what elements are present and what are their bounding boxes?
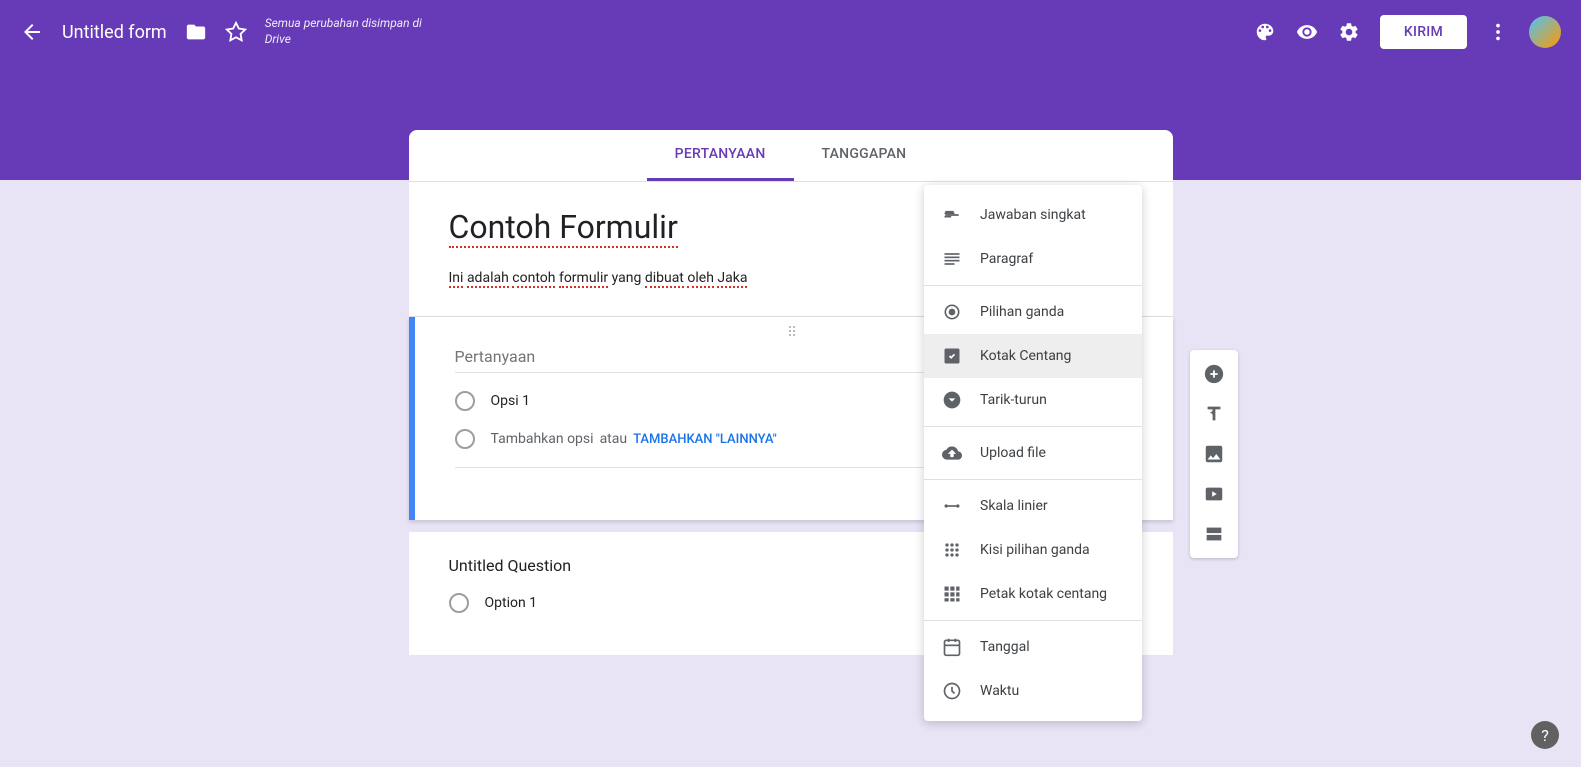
preview-icon[interactable] bbox=[1296, 21, 1318, 43]
add-section-button[interactable] bbox=[1196, 516, 1232, 552]
menu-file-upload[interactable]: Upload file bbox=[924, 431, 1142, 475]
or-text: atau bbox=[600, 431, 628, 447]
menu-linear-scale[interactable]: Skala linier bbox=[924, 484, 1142, 528]
tab-questions[interactable]: PERTANYAAN bbox=[647, 130, 794, 181]
add-image-button[interactable] bbox=[1196, 436, 1232, 472]
menu-short-answer[interactable]: Jawaban singkat bbox=[924, 193, 1142, 237]
radio-button-icon bbox=[942, 302, 962, 322]
radio-icon[interactable] bbox=[449, 593, 469, 613]
short-answer-icon bbox=[942, 205, 962, 225]
option-label[interactable]: Opsi 1 bbox=[491, 393, 530, 409]
add-other-button[interactable]: TAMBAHKAN "LAINNYA" bbox=[633, 432, 777, 447]
grid-squares-icon bbox=[942, 584, 962, 604]
menu-checkbox-grid[interactable]: Petak kotak centang bbox=[924, 572, 1142, 616]
palette-icon[interactable] bbox=[1254, 21, 1276, 43]
menu-time[interactable]: Waktu bbox=[924, 669, 1142, 713]
side-toolbar bbox=[1190, 350, 1238, 558]
menu-date[interactable]: Tanggal bbox=[924, 625, 1142, 669]
radio-icon[interactable] bbox=[455, 391, 475, 411]
tab-responses[interactable]: TANGGAPAN bbox=[794, 130, 935, 181]
paragraph-icon bbox=[942, 249, 962, 269]
form-title[interactable]: Untitled form bbox=[62, 22, 167, 43]
calendar-icon bbox=[942, 637, 962, 657]
settings-icon[interactable] bbox=[1338, 21, 1360, 43]
add-option-text[interactable]: Tambahkan opsi bbox=[491, 431, 594, 447]
menu-paragraph[interactable]: Paragraf bbox=[924, 237, 1142, 281]
checkbox-icon bbox=[942, 346, 962, 366]
clock-icon bbox=[942, 681, 962, 701]
back-arrow-icon[interactable] bbox=[20, 20, 44, 44]
avatar[interactable] bbox=[1529, 16, 1561, 48]
drag-handle-icon[interactable]: ⠿ bbox=[787, 325, 800, 341]
help-button[interactable]: ? bbox=[1531, 721, 1559, 749]
more-icon[interactable] bbox=[1487, 21, 1509, 43]
question-type-dropdown: Jawaban singkat Paragraf Pilihan ganda K… bbox=[924, 185, 1142, 721]
tabs: PERTANYAAN TANGGAPAN bbox=[409, 130, 1173, 182]
add-question-button[interactable] bbox=[1196, 356, 1232, 392]
add-video-button[interactable] bbox=[1196, 476, 1232, 512]
add-title-button[interactable] bbox=[1196, 396, 1232, 432]
grid-dots-icon bbox=[942, 540, 962, 560]
app-header: Untitled form Semua perubahan disimpan d… bbox=[0, 0, 1581, 64]
star-icon[interactable] bbox=[225, 21, 247, 43]
radio-icon bbox=[455, 429, 475, 449]
dropdown-icon bbox=[942, 390, 962, 410]
menu-dropdown[interactable]: Tarik-turun bbox=[924, 378, 1142, 422]
linear-scale-icon bbox=[942, 496, 962, 516]
menu-multiple-choice[interactable]: Pilihan ganda bbox=[924, 290, 1142, 334]
save-status: Semua perubahan disimpan di Drive bbox=[265, 16, 445, 47]
menu-mc-grid[interactable]: Kisi pilihan ganda bbox=[924, 528, 1142, 572]
menu-checkbox[interactable]: Kotak Centang bbox=[924, 334, 1142, 378]
cloud-upload-icon bbox=[942, 443, 962, 463]
folder-icon[interactable] bbox=[185, 21, 207, 43]
send-button[interactable]: KIRIM bbox=[1380, 15, 1467, 49]
option-label[interactable]: Option 1 bbox=[485, 595, 538, 611]
